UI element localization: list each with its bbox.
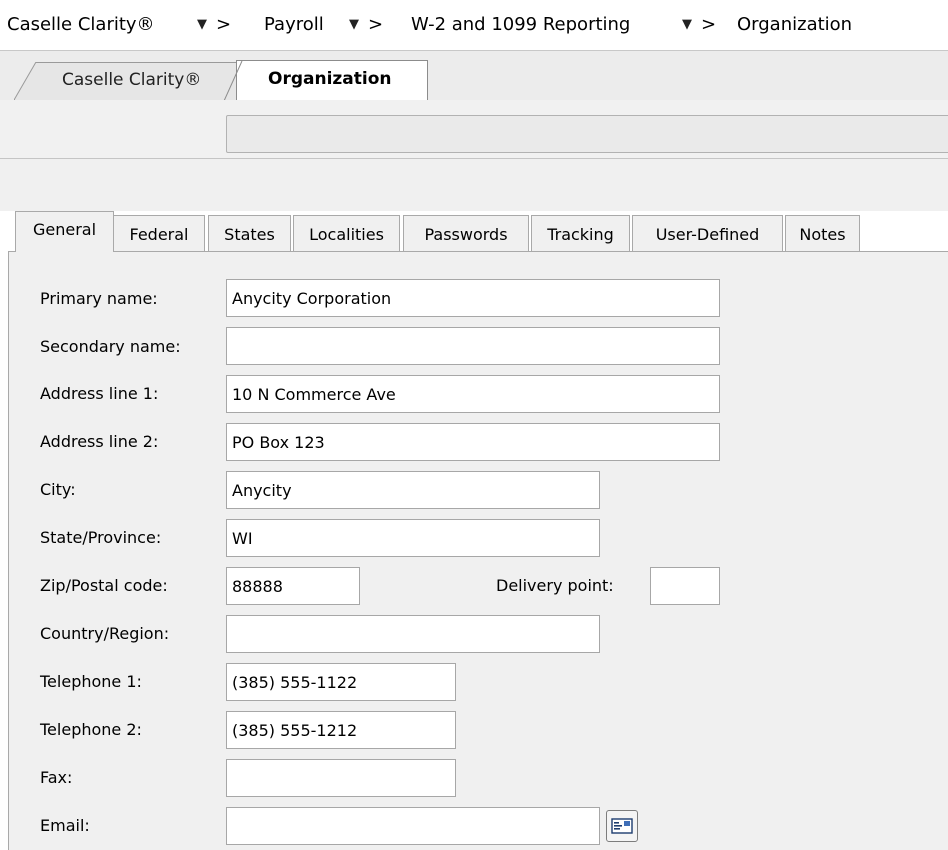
state-province-field[interactable]: WI bbox=[226, 519, 600, 557]
breadcrumb-item-caselle-clarity[interactable]: Caselle Clarity® bbox=[7, 14, 155, 35]
tab-general[interactable]: General bbox=[15, 211, 114, 252]
chevron-down-icon[interactable]: ▼ bbox=[682, 17, 692, 32]
tab-federal[interactable]: Federal bbox=[113, 215, 205, 251]
tab-states[interactable]: States bbox=[208, 215, 291, 251]
address-line-1-label: Address line 1: bbox=[40, 384, 159, 403]
breadcrumb-separator: > bbox=[216, 14, 232, 35]
toolbar-input[interactable] bbox=[226, 115, 948, 153]
tab-user-defined[interactable]: User-Defined bbox=[632, 215, 783, 251]
tab-tracking[interactable]: Tracking bbox=[531, 215, 630, 251]
breadcrumb-item-payroll[interactable]: Payroll bbox=[264, 14, 324, 35]
doc-tab-caselle-clarity[interactable]: Caselle Clarity® bbox=[14, 62, 252, 100]
country-region-label: Country/Region: bbox=[40, 624, 170, 643]
telephone-1-label: Telephone 1: bbox=[40, 672, 142, 691]
city-field[interactable]: Anycity bbox=[226, 471, 600, 509]
tab-slant bbox=[14, 62, 37, 100]
toolbar-row bbox=[0, 100, 948, 159]
chevron-down-icon[interactable]: ▼ bbox=[349, 17, 359, 32]
tab-slant bbox=[223, 60, 243, 101]
telephone-2-field[interactable]: (385) 555-1212 bbox=[226, 711, 456, 749]
address-line-2-field[interactable]: PO Box 123 bbox=[226, 423, 720, 461]
zip-postal-code-label: Zip/Postal code: bbox=[40, 576, 168, 595]
breadcrumb-item-w2-1099-reporting[interactable]: W-2 and 1099 Reporting bbox=[411, 14, 630, 35]
breadcrumb-separator: > bbox=[701, 14, 717, 35]
tab-passwords[interactable]: Passwords bbox=[403, 215, 529, 251]
breadcrumb-separator: > bbox=[368, 14, 384, 35]
country-region-field[interactable] bbox=[226, 615, 600, 653]
doc-tab-organization[interactable]: Organization bbox=[223, 60, 428, 101]
fax-field[interactable] bbox=[226, 759, 456, 797]
header-spacer bbox=[0, 159, 948, 211]
state-province-label: State/Province: bbox=[40, 528, 162, 547]
email-field[interactable] bbox=[226, 807, 600, 845]
delivery-point-field[interactable] bbox=[650, 567, 720, 605]
city-label: City: bbox=[40, 480, 76, 499]
primary-name-label: Primary name: bbox=[40, 289, 158, 308]
telephone-1-field[interactable]: (385) 555-1122 bbox=[226, 663, 456, 701]
address-line-1-field[interactable]: 10 N Commerce Ave bbox=[226, 375, 720, 413]
zip-postal-code-field[interactable]: 88888 bbox=[226, 567, 360, 605]
send-email-button[interactable] bbox=[606, 810, 638, 842]
doc-tab-label: Caselle Clarity® bbox=[62, 70, 202, 90]
tab-localities[interactable]: Localities bbox=[293, 215, 400, 251]
email-envelope-icon bbox=[611, 818, 633, 834]
secondary-name-field[interactable] bbox=[226, 327, 720, 365]
email-label: Email: bbox=[40, 816, 90, 835]
doc-tab-label: Organization bbox=[268, 69, 392, 89]
telephone-2-label: Telephone 2: bbox=[40, 720, 142, 739]
address-line-2-label: Address line 2: bbox=[40, 432, 159, 451]
primary-name-field[interactable]: Anycity Corporation bbox=[226, 279, 720, 317]
tab-notes[interactable]: Notes bbox=[785, 215, 860, 251]
secondary-name-label: Secondary name: bbox=[40, 337, 181, 356]
breadcrumb: Caselle Clarity® ▼ > Payroll ▼ > W-2 and… bbox=[0, 0, 948, 50]
breadcrumb-item-organization[interactable]: Organization bbox=[737, 14, 852, 35]
chevron-down-icon[interactable]: ▼ bbox=[197, 17, 207, 32]
delivery-point-label: Delivery point: bbox=[496, 576, 614, 595]
fax-label: Fax: bbox=[40, 768, 73, 787]
